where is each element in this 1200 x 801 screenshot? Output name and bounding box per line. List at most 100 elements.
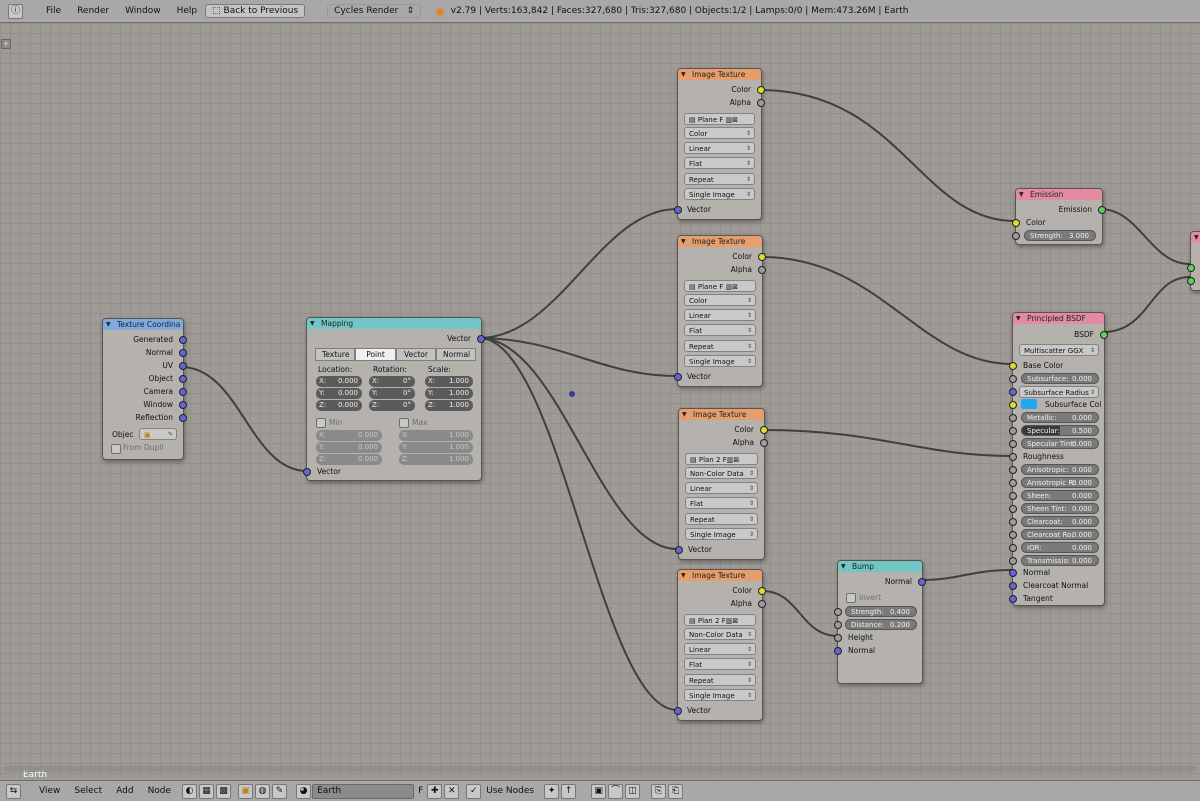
min-z[interactable]: Z: 0.000 [316,454,382,465]
min-x[interactable]: X: 0.000 [316,430,382,441]
socket-normal-in[interactable] [834,647,842,655]
menu-node[interactable]: Node [141,786,179,796]
socket-alpha-out[interactable] [757,99,765,107]
scale-z[interactable]: Z: 1.000 [425,400,473,411]
folder-icon[interactable]: ▥ [723,116,733,124]
image-texture-node-2[interactable]: Image Texture Color Alpha ▤ Plane F ▥⊠ C… [674,235,766,387]
specular-slider[interactable]: Specular: 0.500 [1021,425,1099,436]
render-engine-dropdown[interactable]: Cycles Render ⇕ [327,4,422,18]
socket-transmission[interactable] [1009,557,1017,565]
source-dropdown[interactable]: Single Image ⇕ [684,188,755,200]
scale-y[interactable]: Y: 1.000 [425,388,473,399]
socket-vector-in[interactable] [674,206,682,214]
socket-sheen[interactable] [1009,492,1017,500]
metallic-slider[interactable]: Metallic: 0.000 [1021,412,1099,423]
socket-subsurface-color[interactable] [1009,401,1017,409]
socket-shader-1[interactable] [1187,264,1195,272]
color-space-dropdown[interactable]: Non-Color Data ⇕ [685,467,758,479]
socket-distance-in[interactable] [834,621,842,629]
tab-vector[interactable]: Vector [396,348,436,361]
socket-normal-out[interactable] [918,578,926,586]
socket-clearcoat-normal[interactable] [1009,582,1017,590]
socket-camera[interactable] [179,388,187,396]
shader-nodes-icon[interactable]: ◐ [182,783,198,799]
rotation-x[interactable]: X: 0° [369,376,415,387]
material-output-node[interactable] [1187,231,1200,291]
parent-node-tree-icon[interactable]: ↑ [561,783,577,799]
linestyle-icon[interactable]: ✎ [272,783,288,799]
image-selector[interactable]: ▤ Plan 2 F▥⊠ [684,614,756,626]
image-texture-node-4[interactable]: Image Texture Color Alpha ▤ Plan 2 F▥⊠ N… [674,569,766,721]
rotation-z[interactable]: Z: 0° [369,400,415,411]
interpolation-dropdown[interactable]: Linear ⇕ [684,142,755,154]
texture-coordinate-node[interactable]: Texture Coordina Generated Normal UV Obj… [102,318,187,460]
socket-strength-in[interactable] [1012,232,1020,240]
clearcoat-slider[interactable]: Clearcoat: 0.000 [1021,516,1099,527]
folder-icon[interactable]: ▥ [723,283,733,291]
rotation-y[interactable]: Y: 0° [369,388,415,399]
image-browse-icon[interactable]: ▤ [689,283,698,291]
distribution-dropdown[interactable]: Multiscatter GGX ⇕ [1019,344,1099,356]
socket-color-out[interactable] [758,253,766,261]
tab-point[interactable]: Point [355,348,396,361]
socket-subsurface-radius[interactable] [1009,388,1017,396]
menu-select[interactable]: Select [67,786,109,796]
close-icon[interactable]: ⊠ [732,283,738,291]
horizontal-scrollbar[interactable] [4,766,1196,772]
image-texture-node-3[interactable]: Image Texture Color Alpha ▤ Plan 2 F▥⊠ N… [675,408,768,560]
socket-specular[interactable] [1009,427,1017,435]
bump-node[interactable]: Bump Normal Invert Strength:0.400 Distan… [834,560,926,684]
anisotropic-rotation-slider[interactable]: Anisotropic R: 0.000 [1021,477,1099,488]
sheen-tint-slider[interactable]: Sheen Tint: 0.000 [1021,503,1099,514]
color-space-dropdown[interactable]: Color ⇕ [684,294,756,306]
user-count[interactable]: 2 [715,617,719,625]
snap-node-icon[interactable]: ◫ [625,783,641,799]
socket-clearcoat-roughness[interactable] [1009,531,1017,539]
texture-nodes-icon[interactable]: ▦ [199,783,215,799]
color-space-dropdown[interactable]: Non-Color Data ⇕ [684,628,756,640]
image-selector[interactable]: ▤ Plane F ▥⊠ [684,113,755,125]
socket-vector-out[interactable] [477,335,485,343]
socket-height-in[interactable] [834,634,842,642]
socket-ior[interactable] [1009,544,1017,552]
socket-roughness[interactable] [1009,453,1017,461]
socket-normal[interactable] [179,349,187,357]
copy-nodes-icon[interactable]: ⎘ [651,783,667,799]
max-checkbox[interactable] [399,418,409,428]
menu-file[interactable]: File [38,6,69,16]
socket-metallic[interactable] [1009,414,1017,422]
object-shader-icon[interactable]: ▣ [238,783,254,799]
socket-emission-out[interactable] [1098,206,1106,214]
strength-slider[interactable]: Strength: 3.000 [1024,230,1096,241]
location-y[interactable]: Y: 0.000 [316,388,362,399]
menu-window[interactable]: Window [117,6,169,16]
subsurface-color-swatch[interactable] [1021,399,1037,409]
node-editor-canvas[interactable]: + Texture Coordina Generated Normal UV O… [0,23,1200,780]
transmission-slider[interactable]: Transmissio: 0.000 [1021,555,1099,566]
snap-icon[interactable]: ⌒ [608,783,624,799]
socket-alpha-out[interactable] [760,439,768,447]
socket-color-in[interactable] [1012,219,1020,227]
image-browse-icon[interactable]: ▤ [690,456,699,464]
source-dropdown[interactable]: Single Image ⇕ [684,689,756,701]
min-checkbox[interactable] [316,418,326,428]
image-texture-node-1[interactable]: Image Texture Color Alpha ▤ Plane F ▥⊠ C… [674,68,765,220]
interpolation-dropdown[interactable]: Linear ⇕ [684,309,756,321]
socket-color-out[interactable] [758,587,766,595]
image-selector[interactable]: ▤ Plane F ▥⊠ [684,280,756,292]
max-x[interactable]: X: 1.000 [399,430,473,441]
socket-vector-in[interactable] [674,707,682,715]
principled-bsdf-node[interactable]: Principled BSDF BSDF Multiscatter GGX⇕ B… [1009,312,1108,606]
image-browse-icon[interactable]: ▤ [689,116,698,124]
socket-alpha-out[interactable] [758,266,766,274]
socket-subsurface[interactable] [1009,375,1017,383]
extension-dropdown[interactable]: Repeat ⇕ [684,340,756,352]
menu-render[interactable]: Render [69,6,117,16]
projection-dropdown[interactable]: Flat ⇕ [684,324,756,336]
socket-base-color[interactable] [1009,362,1017,370]
eyedropper-icon[interactable]: ✎ [168,429,173,441]
source-dropdown[interactable]: Single Image ⇕ [685,528,758,540]
strength-slider[interactable]: Strength: 0.400 [845,606,917,617]
socket-generated[interactable] [179,336,187,344]
socket-reflection[interactable] [179,414,187,422]
